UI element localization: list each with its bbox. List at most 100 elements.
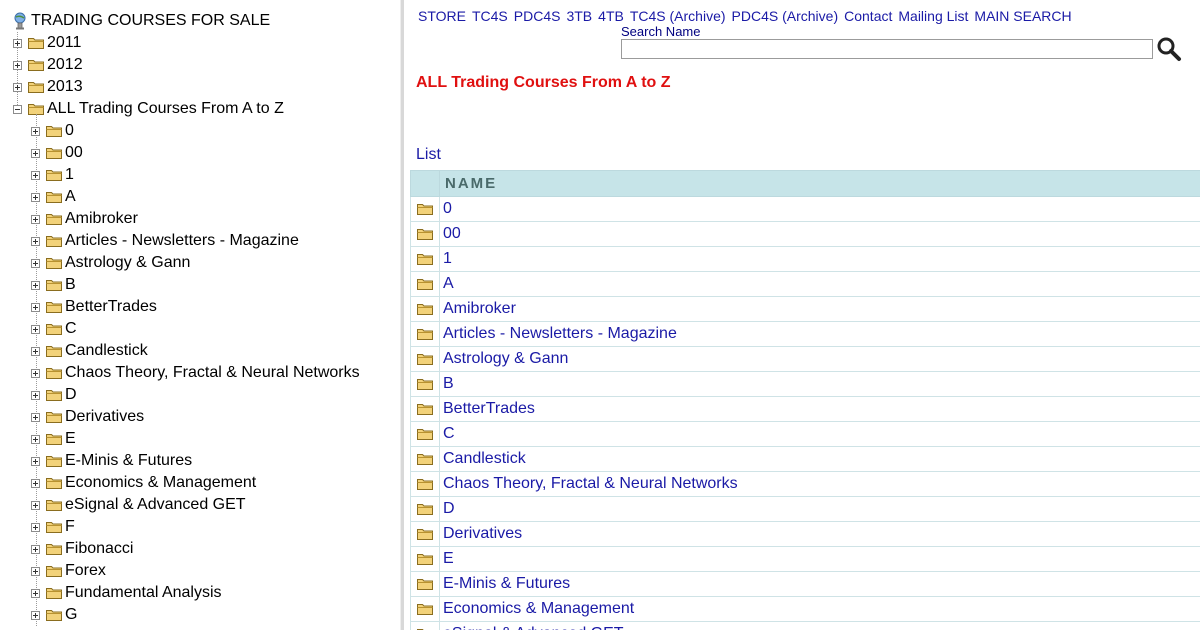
tree-expander-icon[interactable] <box>13 82 22 92</box>
tree-expander-icon[interactable] <box>31 456 40 466</box>
tree-item-category[interactable]: 0 <box>31 120 74 142</box>
course-folder-link[interactable]: E <box>443 550 454 567</box>
tree-item-category[interactable]: 1 <box>31 164 74 186</box>
nav-link[interactable]: Mailing List <box>898 8 968 24</box>
tree-item-label[interactable]: Amibroker <box>65 210 138 228</box>
tree-item-label[interactable]: B <box>65 276 76 294</box>
course-folder-link[interactable]: 0 <box>443 200 452 217</box>
course-folder-link[interactable]: B <box>443 375 454 392</box>
tree-expander-icon[interactable] <box>31 214 40 224</box>
tree-item-label[interactable]: E <box>65 430 76 448</box>
course-folder-link[interactable]: Candlestick <box>443 450 526 467</box>
tree-item-label[interactable]: 2013 <box>47 78 83 96</box>
tree-item-label[interactable]: 1 <box>65 166 74 184</box>
course-folder-link[interactable]: Chaos Theory, Fractal & Neural Networks <box>443 475 738 492</box>
tree-item-category[interactable]: Forex <box>31 560 106 582</box>
table-row[interactable]: Articles - Newsletters - Magazine <box>410 321 1200 347</box>
tree-expander-icon[interactable] <box>31 588 40 598</box>
table-row[interactable]: 0 <box>410 196 1200 222</box>
search-icon[interactable] <box>1156 36 1182 62</box>
tree-item-label[interactable]: TRADING COURSES FOR SALE <box>31 12 270 30</box>
tree-item-year[interactable]: 2011 <box>13 32 81 54</box>
search-input[interactable] <box>621 39 1153 59</box>
tree-item-category[interactable]: D <box>31 384 77 406</box>
tree-item-category[interactable]: E-Minis & Futures <box>31 450 192 472</box>
tree-item-category[interactable]: E <box>31 428 76 450</box>
table-row[interactable]: B <box>410 371 1200 397</box>
tree-item-year[interactable]: 2013 <box>13 76 83 98</box>
tree-item-category[interactable]: Derivatives <box>31 406 144 428</box>
tree-expander-icon[interactable] <box>31 324 40 334</box>
tree-expander-icon[interactable] <box>31 610 40 620</box>
tree-item-label[interactable]: D <box>65 386 77 404</box>
tree-item-label[interactable]: 2011 <box>47 34 81 52</box>
tree-item-label[interactable]: F <box>65 518 75 536</box>
tree-item-label[interactable]: Fundamental Analysis <box>65 584 222 602</box>
tree-item-label[interactable]: eSignal & Advanced GET <box>65 496 246 514</box>
table-row[interactable]: eSignal & Advanced GET <box>410 621 1200 630</box>
tree-expander-icon[interactable] <box>31 302 40 312</box>
course-folder-link[interactable]: Articles - Newsletters - Magazine <box>443 325 677 342</box>
tree-expander-icon[interactable] <box>31 544 40 554</box>
table-row[interactable]: A <box>410 271 1200 297</box>
tree-item-category[interactable]: BetterTrades <box>31 296 157 318</box>
course-folder-link[interactable]: C <box>443 425 455 442</box>
tree-expander-icon[interactable] <box>31 434 40 444</box>
tree-item-category[interactable]: F <box>31 516 75 538</box>
tree-expander-icon[interactable] <box>31 192 40 202</box>
tree-expander-icon[interactable] <box>31 170 40 180</box>
tree-item-category[interactable]: Economics & Management <box>31 472 256 494</box>
tree-item-category[interactable]: Amibroker <box>31 208 138 230</box>
table-row[interactable]: C <box>410 421 1200 447</box>
tree-item-category[interactable]: G <box>31 604 77 626</box>
nav-link[interactable]: 3TB <box>566 8 592 24</box>
nav-link[interactable]: PDC4S <box>514 8 561 24</box>
tree-item-category[interactable]: Articles - Newsletters - Magazine <box>31 230 299 252</box>
tree-item-category[interactable]: Chaos Theory, Fractal & Neural Networks <box>31 362 360 384</box>
course-folder-link[interactable]: eSignal & Advanced GET <box>443 625 624 630</box>
table-row[interactable]: Chaos Theory, Fractal & Neural Networks <box>410 471 1200 497</box>
tree-item-label[interactable]: Fibonacci <box>65 540 133 558</box>
tree-item-category[interactable]: 00 <box>31 142 83 164</box>
tree-expander-icon[interactable] <box>31 236 40 246</box>
table-row[interactable]: E-Minis & Futures <box>410 571 1200 597</box>
tree-item-year[interactable]: 2012 <box>13 54 83 76</box>
table-row[interactable]: E <box>410 546 1200 572</box>
table-row[interactable]: Astrology & Gann <box>410 346 1200 372</box>
tree-expander-icon[interactable] <box>31 500 40 510</box>
tree-expander-icon[interactable] <box>31 126 40 136</box>
tree-item-label[interactable]: Economics & Management <box>65 474 256 492</box>
table-row[interactable]: BetterTrades <box>410 396 1200 422</box>
tree-item-label[interactable]: C <box>65 320 77 338</box>
nav-link[interactable]: TC4S <box>472 8 508 24</box>
course-folder-link[interactable]: BetterTrades <box>443 400 535 417</box>
name-column-header[interactable]: NAME <box>439 170 1200 197</box>
table-row[interactable]: Amibroker <box>410 296 1200 322</box>
nav-link[interactable]: 4TB <box>598 8 624 24</box>
table-row[interactable]: 00 <box>410 221 1200 247</box>
tree-item-category[interactable]: A <box>31 186 76 208</box>
tree-item-category[interactable]: Astrology & Gann <box>31 252 190 274</box>
tree-item-category[interactable]: Fibonacci <box>31 538 133 560</box>
tree-expander-icon[interactable] <box>31 346 40 356</box>
nav-link[interactable]: PDC4S (Archive) <box>732 8 839 24</box>
course-folder-link[interactable]: 1 <box>443 250 452 267</box>
course-folder-link[interactable]: D <box>443 500 455 517</box>
tree-expander-icon[interactable] <box>31 522 40 532</box>
tree-item-label[interactable]: Derivatives <box>65 408 144 426</box>
course-folder-link[interactable]: Derivatives <box>443 525 522 542</box>
tree-item-label[interactable]: Articles - Newsletters - Magazine <box>65 232 299 250</box>
tree-item-label[interactable]: 00 <box>65 144 83 162</box>
tree-expander-icon[interactable] <box>31 368 40 378</box>
tree-item-label[interactable]: Candlestick <box>65 342 148 360</box>
tree-item-category[interactable]: eSignal & Advanced GET <box>31 494 246 516</box>
tree-item-label[interactable]: Forex <box>65 562 106 580</box>
tree-item-category[interactable]: C <box>31 318 77 340</box>
course-folder-link[interactable]: 00 <box>443 225 461 242</box>
tree-item-label[interactable]: BetterTrades <box>65 298 157 316</box>
tree-root[interactable]: TRADING COURSES FOR SALE <box>13 10 270 32</box>
table-row[interactable]: D <box>410 496 1200 522</box>
table-row[interactable]: Economics & Management <box>410 596 1200 622</box>
course-folder-link[interactable]: E-Minis & Futures <box>443 575 570 592</box>
tree-item-label[interactable]: 0 <box>65 122 74 140</box>
